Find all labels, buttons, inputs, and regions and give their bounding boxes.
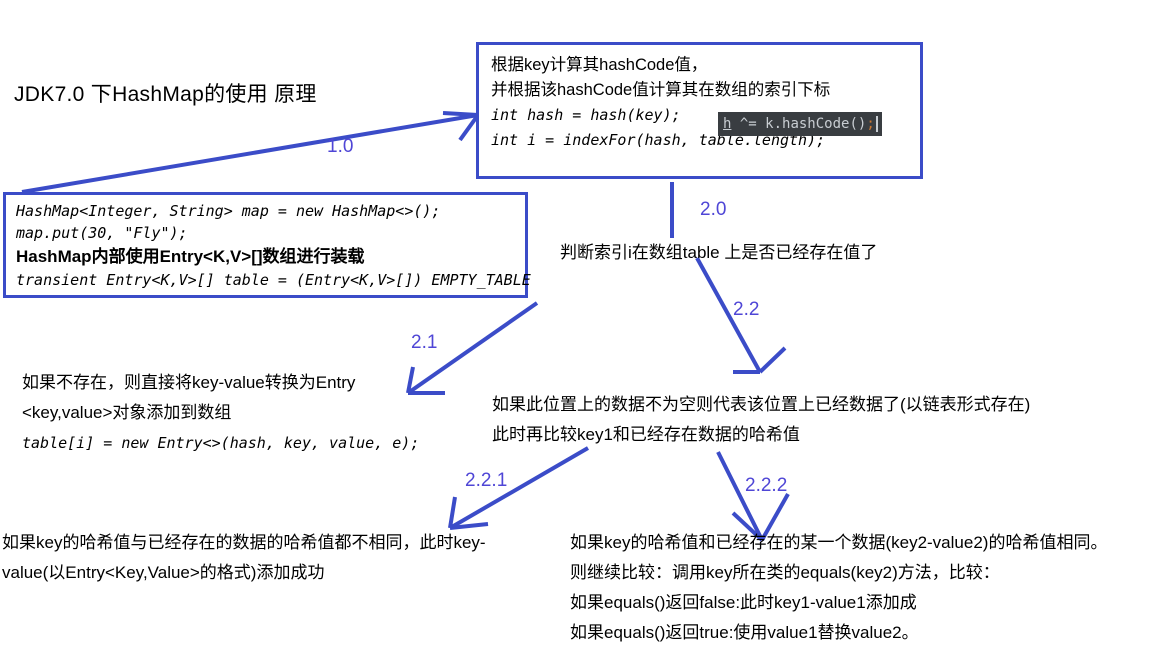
arrow-1-0-head-a [442,111,479,117]
exists-line2: 此时再比较key1和已经存在数据的哈希值 [492,425,800,444]
page-title: JDK7.0 下HashMap的使用 原理 [14,83,317,106]
step-label-1-0: 1.0 [327,136,354,157]
step-label-2-2-2: 2.2.2 [745,475,788,496]
hash-same-text: 如果key的哈希值和已经存在的某一个数据(key2-value2)的哈希值相同。… [570,528,1107,648]
check-index-text: 判断索引i在数组table 上是否已经存在值了 [560,243,878,262]
hash-differ-text: 如果key的哈希值与已经存在的数据的哈希值都不相同，此时key- value(以… [2,528,486,588]
map-box-code2: map.put(30, "Fly"); [16,224,188,242]
not-exist-text: 如果不存在，则直接将key-value转换为Entry <key,value>对… [22,368,419,458]
hash-code-box: 根据key计算其hashCode值， 并根据该hashCode值计算其在数组的索… [476,42,923,179]
hash-box-line2: 并根据该hashCode值计算其在数组的索引下标 [491,81,831,99]
exists-text: 如果此位置上的数据不为空则代表该位置上已经数据了(以链表形式存在) 此时再比较k… [492,390,1030,450]
diagram-canvas: JDK7.0 下HashMap的使用 原理 根据key计算其hashCode值，… [0,0,1173,658]
arrow-2-2-1-head-a [448,496,457,529]
hash-differ-line1: 如果key的哈希值与已经存在的数据的哈希值都不相同，此时key- [2,533,486,552]
chip-semicolon: ; [866,116,875,132]
chip-operator: ^= [731,116,766,132]
text-caret: ​ [875,116,878,132]
hash-same-line3: 如果equals()返回false:此时key1-value1添加成 [570,593,917,612]
map-box-code1: HashMap<Integer, String> map = new HashM… [16,202,441,220]
arrow-2-2-head-b [758,346,787,374]
exists-line1: 如果此位置上的数据不为空则代表该位置上已经数据了(以链表形式存在) [492,395,1031,414]
not-exist-line1: 如果不存在，则直接将key-value转换为Entry [22,373,356,392]
arrow-1-0 [21,113,479,194]
step-label-2-2-1: 2.2.1 [465,470,508,491]
hashcode-snippet-chip: h ^= k.hashCode();​ [718,112,882,136]
hash-differ-line2: value(以Entry<Key,Value>的格式)添加成功 [2,563,325,582]
step-label-2-1: 2.1 [411,332,438,353]
map-box-code3: transient Entry<K,V>[] table = (Entry<K,… [16,271,531,289]
step-label-2-2: 2.2 [733,299,760,320]
hashmap-code-box: HashMap<Integer, String> map = new HashM… [3,192,531,298]
hash-same-line1: 如果key的哈希值和已经存在的某一个数据(key2-value2)的哈希值相同。 [570,533,1108,552]
chip-call: k.hashCode() [765,116,867,132]
not-exist-line2: <key,value>对象添加到数组 [22,403,232,422]
hash-same-line4: 如果equals()返回true:使用value1替换value2。 [570,623,919,642]
map-box-note: HashMap内部使用Entry<K,V>[]数组进行装载 [16,247,365,266]
hash-box-line1: 根据key计算其hashCode值， [491,56,708,74]
not-exist-code: table[i] = new Entry<>(hash, key, value,… [22,434,420,452]
hash-same-line2: 则继续比较：调用key所在类的equals(key2)方法，比较： [570,563,1000,582]
step-label-2-0: 2.0 [700,199,727,220]
